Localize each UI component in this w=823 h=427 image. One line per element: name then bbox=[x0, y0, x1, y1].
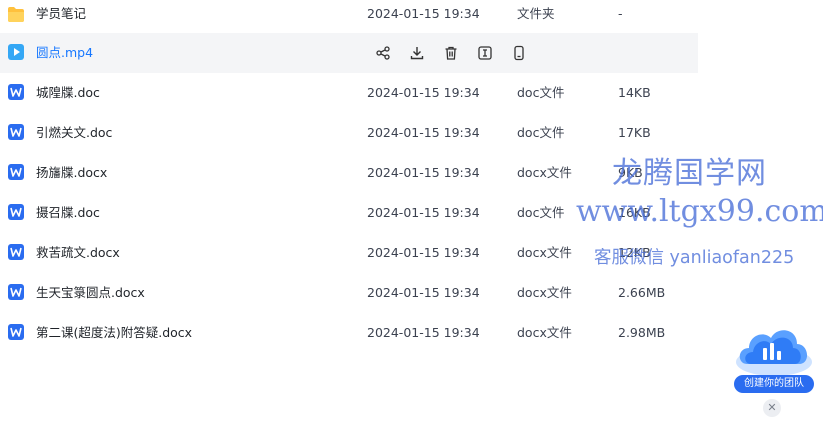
file-list: 学员笔记 2024-01-15 19:34 文件夹 - 圆点.mp4 城隍牒.doc 202… bbox=[0, 0, 698, 353]
word-file-icon bbox=[8, 323, 24, 341]
word-file-icon bbox=[8, 243, 24, 261]
file-name[interactable]: 摄召牒.doc bbox=[36, 193, 100, 233]
create-team-badge[interactable]: 创建你的团队 bbox=[733, 318, 815, 398]
file-row[interactable]: 学员笔记 2024-01-15 19:34 文件夹 - bbox=[0, 0, 698, 33]
file-type: doc文件 bbox=[517, 125, 565, 140]
word-file-icon bbox=[8, 203, 24, 221]
file-name[interactable]: 学员笔记 bbox=[36, 0, 86, 28]
watermark-contact: 客服微信 yanliaofan225 bbox=[594, 248, 795, 268]
file-name[interactable]: 城隍牒.doc bbox=[36, 73, 100, 113]
file-type: doc文件 bbox=[517, 205, 565, 220]
file-date: 2024-01-15 19:34 bbox=[367, 85, 480, 100]
cloud-chart-icon bbox=[736, 330, 812, 376]
file-row[interactable]: 引燃关文.doc 2024-01-15 19:34 doc文件 17KB bbox=[0, 113, 698, 153]
create-team-label: 创建你的团队 bbox=[734, 375, 814, 393]
file-date: 2024-01-15 19:34 bbox=[367, 125, 480, 140]
file-size: 17KB bbox=[618, 125, 651, 140]
mobile-icon[interactable] bbox=[502, 33, 536, 73]
row-actions bbox=[366, 33, 536, 73]
share-icon[interactable] bbox=[366, 33, 400, 73]
file-name[interactable]: 圆点.mp4 bbox=[36, 33, 93, 73]
file-date: 2024-01-15 19:34 bbox=[367, 6, 480, 21]
file-type: docx文件 bbox=[517, 325, 572, 340]
file-row[interactable]: 圆点.mp4 bbox=[0, 33, 698, 73]
file-type: doc文件 bbox=[517, 85, 565, 100]
file-name[interactable]: 救苦疏文.docx bbox=[36, 233, 120, 273]
file-size: 14KB bbox=[618, 85, 651, 100]
file-name[interactable]: 第二课(超度法)附答疑.docx bbox=[36, 313, 192, 353]
file-name[interactable]: 扬旛牒.docx bbox=[36, 153, 107, 193]
folder-icon bbox=[8, 5, 24, 23]
file-type: 文件夹 bbox=[517, 6, 555, 21]
watermark-site-name: 龙腾国学网 bbox=[612, 156, 767, 191]
file-type: docx文件 bbox=[517, 285, 572, 300]
word-file-icon bbox=[8, 283, 24, 301]
watermark-url: www.ltgx99.com bbox=[576, 194, 823, 229]
file-row[interactable]: 城隍牒.doc 2024-01-15 19:34 doc文件 14KB bbox=[0, 73, 698, 113]
file-date: 2024-01-15 19:34 bbox=[367, 205, 480, 220]
file-type: docx文件 bbox=[517, 165, 572, 180]
file-date: 2024-01-15 19:34 bbox=[367, 285, 480, 300]
file-size: - bbox=[618, 6, 623, 21]
word-file-icon bbox=[8, 123, 24, 141]
file-type: docx文件 bbox=[517, 245, 572, 260]
file-date: 2024-01-15 19:34 bbox=[367, 325, 480, 340]
file-name[interactable]: 生天宝箓圆点.docx bbox=[36, 273, 145, 313]
download-icon[interactable] bbox=[400, 33, 434, 73]
file-row[interactable]: 第二课(超度法)附答疑.docx 2024-01-15 19:34 docx文件 2.… bbox=[0, 313, 698, 353]
file-name[interactable]: 引燃关文.doc bbox=[36, 113, 112, 153]
text-cursor-icon[interactable] bbox=[468, 33, 502, 73]
file-row[interactable]: 生天宝箓圆点.docx 2024-01-15 19:34 docx文件 2.66MB bbox=[0, 273, 698, 313]
close-icon[interactable]: ✕ bbox=[763, 399, 781, 417]
file-size: 2.98MB bbox=[618, 325, 666, 340]
file-row[interactable]: 扬旛牒.docx 2024-01-15 19:34 docx文件 9KB bbox=[0, 153, 698, 193]
file-date: 2024-01-15 19:34 bbox=[367, 245, 480, 260]
file-size: 2.66MB bbox=[618, 285, 666, 300]
file-date: 2024-01-15 19:34 bbox=[367, 165, 480, 180]
word-file-icon bbox=[8, 83, 24, 101]
video-file-icon bbox=[8, 43, 24, 61]
trash-icon[interactable] bbox=[434, 33, 468, 73]
word-file-icon bbox=[8, 163, 24, 181]
